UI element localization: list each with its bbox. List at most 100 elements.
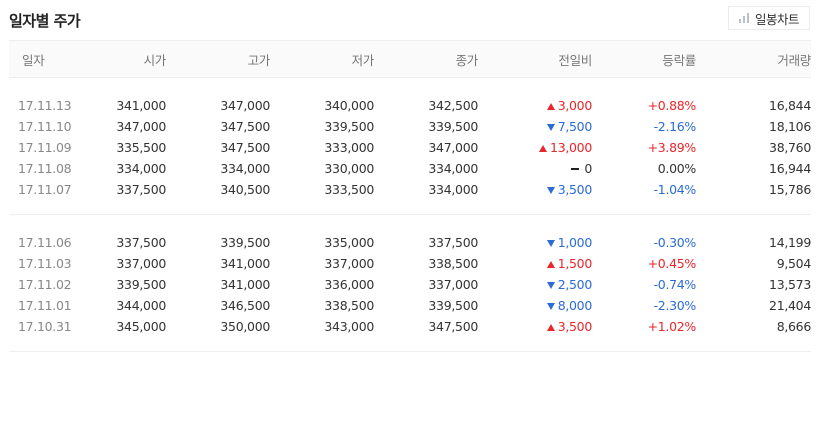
table-row: 17.11.13 341,000 347,000 340,000 342,500 3,00…	[9, 95, 811, 116]
rate-cell: -2.16%	[653, 119, 697, 134]
table-body: 17.11.13 341,000 347,000 340,000 342,500 3,00…	[9, 78, 811, 352]
group-spacer	[9, 200, 811, 215]
rate-cell: -0.74%	[653, 277, 697, 292]
high-cell: 347,500	[220, 140, 270, 155]
rate-cell: 0.00%	[657, 161, 697, 176]
open-cell: 337,000	[116, 256, 166, 271]
change-cell: 2,500	[478, 274, 592, 295]
column-header-date: 일자	[9, 40, 71, 78]
triangle-up-icon	[546, 324, 555, 331]
change-cell: 1,500	[478, 253, 592, 274]
date-cell: 17.11.13	[18, 98, 72, 113]
volume-cell: 18,106	[769, 119, 811, 134]
table-row: 17.11.07 337,500 340,500 333,500 334,000 3,50…	[9, 179, 811, 200]
low-cell: 339,500	[324, 119, 374, 134]
date-cell: 17.11.10	[18, 119, 72, 134]
close-cell: 338,500	[428, 256, 478, 271]
bar-chart-icon	[738, 13, 749, 23]
open-cell: 337,500	[116, 235, 166, 250]
high-cell: 347,000	[220, 98, 270, 113]
date-cell: 17.11.08	[18, 161, 72, 176]
change-value: 2,500	[557, 277, 593, 292]
change-cell: 3,500	[478, 316, 592, 337]
change-cell: 0	[478, 158, 592, 179]
group-spacer	[9, 215, 811, 232]
table-header-row: 일자 시가 고가 저가 종가 전일비 등락률 거래량	[9, 40, 811, 78]
group-divider	[9, 351, 811, 352]
spacer-cell	[9, 337, 811, 352]
change-value: 7,500	[557, 119, 593, 134]
divider-line	[9, 351, 811, 352]
change-value: 1,000	[557, 235, 593, 250]
close-cell: 337,000	[428, 277, 478, 292]
open-cell: 345,000	[116, 319, 166, 334]
date-cell: 17.11.09	[18, 140, 72, 155]
low-cell: 335,000	[324, 235, 374, 250]
daily-chart-button-label: 일봉차트	[754, 11, 800, 27]
triangle-down-icon	[546, 124, 555, 131]
close-cell: 334,000	[428, 161, 478, 176]
change-cell: 8,000	[478, 295, 592, 316]
column-header-low: 저가	[270, 40, 374, 78]
table-row: 17.11.10 347,000 347,500 339,500 339,500 7,50…	[9, 116, 811, 137]
daily-price-table: 일자 시가 고가 저가 종가 전일비 등락률 거래량 17.11.13 341,0…	[9, 40, 811, 352]
high-cell: 346,500	[220, 298, 270, 313]
low-cell: 340,000	[324, 98, 374, 113]
open-cell: 347,000	[116, 119, 166, 134]
table-row: 17.11.06 337,500 339,500 335,000 337,500 1,00…	[9, 232, 811, 253]
change-value: 3,500	[557, 319, 593, 334]
table-row: 17.11.08 334,000 334,000 330,000 334,000 0 0.0…	[9, 158, 811, 179]
table-row: 17.10.31 345,000 350,000 343,000 347,500 3,50…	[9, 316, 811, 337]
close-cell: 339,500	[428, 119, 478, 134]
high-cell: 347,500	[220, 119, 270, 134]
low-cell: 337,000	[324, 256, 374, 271]
change-cell: 7,500	[478, 116, 592, 137]
change-value: 3,000	[557, 98, 593, 113]
column-header-close: 종가	[374, 40, 478, 78]
spacer-cell	[9, 78, 811, 96]
low-cell: 333,500	[324, 182, 374, 197]
triangle-down-icon	[546, 187, 555, 194]
triangle-up-icon	[546, 261, 555, 268]
volume-cell: 16,944	[769, 161, 811, 176]
change-cell: 3,500	[478, 179, 592, 200]
triangle-down-icon	[546, 240, 555, 247]
group-spacer	[9, 78, 811, 96]
rate-cell: -1.04%	[653, 182, 697, 197]
open-cell: 339,500	[116, 277, 166, 292]
date-cell: 17.11.07	[18, 182, 72, 197]
open-cell: 344,000	[116, 298, 166, 313]
rate-cell: +0.88%	[647, 98, 697, 113]
close-cell: 337,500	[428, 235, 478, 250]
low-cell: 336,000	[324, 277, 374, 292]
high-cell: 341,000	[220, 277, 270, 292]
change-value: 3,500	[557, 182, 593, 197]
low-cell: 343,000	[324, 319, 374, 334]
spacer-cell	[9, 215, 811, 232]
daily-chart-button[interactable]: 일봉차트	[728, 6, 810, 30]
rate-cell: +3.89%	[647, 140, 697, 155]
rate-cell: +0.45%	[647, 256, 697, 271]
low-cell: 338,500	[324, 298, 374, 313]
open-cell: 334,000	[116, 161, 166, 176]
change-value: 13,000	[550, 140, 592, 155]
table-row: 17.11.02 339,500 341,000 336,000 337,000 2,50…	[9, 274, 811, 295]
rate-cell: +1.02%	[647, 319, 697, 334]
volume-cell: 21,404	[769, 298, 811, 313]
change-cell: 3,000	[478, 95, 592, 116]
date-cell: 17.11.03	[18, 256, 72, 271]
table-row: 17.11.03 337,000 341,000 337,000 338,500 1,50…	[9, 253, 811, 274]
date-cell: 17.10.31	[18, 319, 72, 334]
close-cell: 334,000	[428, 182, 478, 197]
table-row: 17.11.09 335,500 347,500 333,000 347,000 13,0…	[9, 137, 811, 158]
change-value: 8,000	[557, 298, 593, 313]
high-cell: 334,000	[220, 161, 270, 176]
volume-cell: 13,573	[769, 277, 811, 292]
column-header-open: 시가	[71, 40, 166, 78]
dash-icon	[571, 168, 580, 170]
column-header-rate: 등락률	[592, 40, 696, 78]
open-cell: 335,500	[116, 140, 166, 155]
column-header-change: 전일비	[478, 40, 592, 78]
volume-cell: 16,844	[769, 98, 811, 113]
volume-cell: 9,504	[776, 256, 812, 271]
